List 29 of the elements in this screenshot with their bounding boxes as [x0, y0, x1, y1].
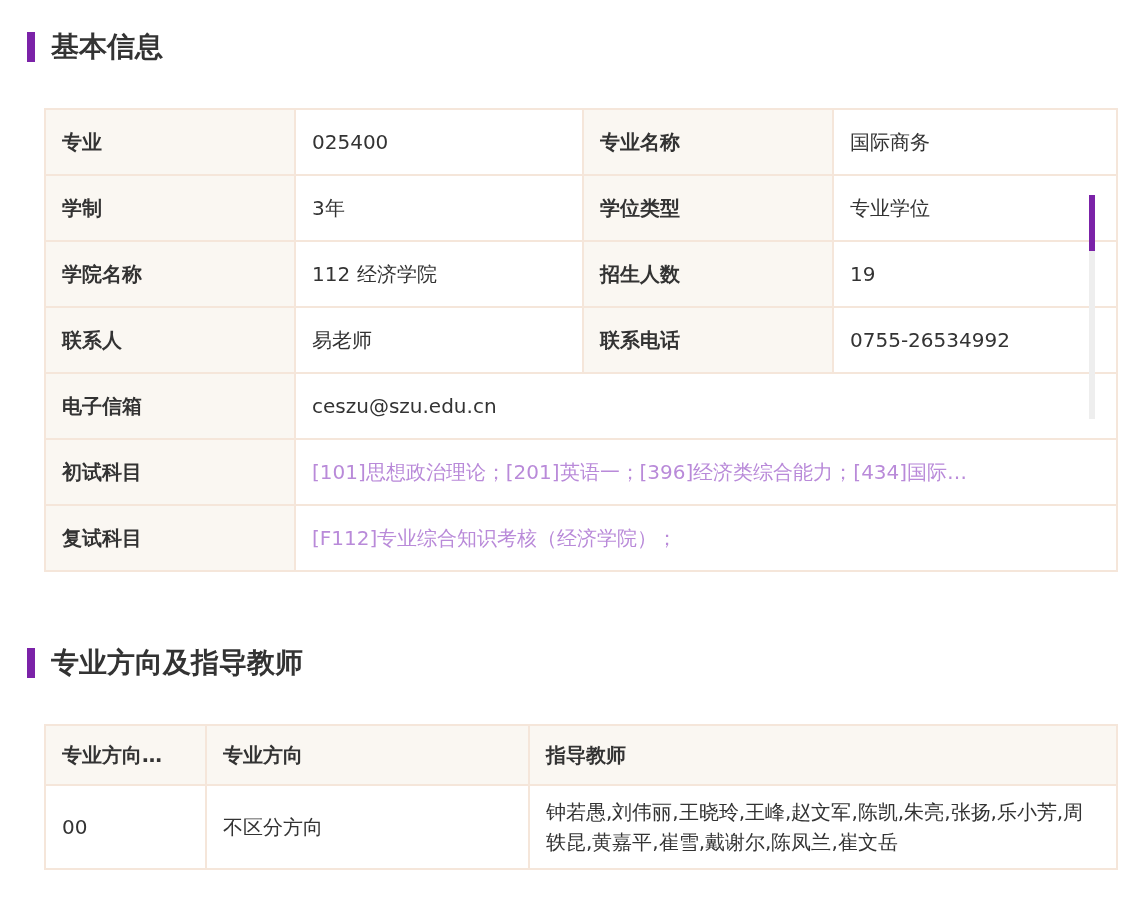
field-label: 电子信箱	[45, 373, 295, 439]
column-header: 专业方向	[206, 725, 529, 785]
scrollbar-thumb	[1089, 195, 1095, 251]
column-header: 专业方向…	[45, 725, 206, 785]
field-label: 专业	[45, 109, 295, 175]
subject-link[interactable]: [F112]专业综合知识考核（经济学院）；	[295, 505, 1117, 571]
heading-accent-bar	[27, 648, 35, 678]
section-title: 基本信息	[51, 29, 163, 65]
field-label: 联系人	[45, 307, 295, 373]
section-title: 专业方向及指导教师	[51, 645, 303, 681]
field-value: 112 经济学院	[295, 241, 583, 307]
field-label: 学院名称	[45, 241, 295, 307]
field-label: 学位类型	[583, 175, 833, 241]
field-label: 招生人数	[583, 241, 833, 307]
subject-link[interactable]: [101]思想政治理论；[201]英语一；[396]经济类综合能力；[434]国际…	[295, 439, 1117, 505]
field-value: 国际商务	[833, 109, 1117, 175]
table-cell: 钟若愚,刘伟丽,王晓玲,王峰,赵文军,陈凯,朱亮,张扬,乐小芳,周轶昆,黄嘉平,崔雪,戴谢尔,陈凤兰,崔文岳	[529, 785, 1117, 869]
column-header: 指导教师	[529, 725, 1117, 785]
field-label: 复试科目	[45, 505, 295, 571]
field-label: 专业名称	[583, 109, 833, 175]
table-cell: 不区分方向	[206, 785, 529, 869]
field-value: 025400	[295, 109, 583, 175]
field-value: 3年	[295, 175, 583, 241]
field-label: 学制	[45, 175, 295, 241]
field-value: 易老师	[295, 307, 583, 373]
table-cell: 00	[45, 785, 206, 869]
field-label: 联系电话	[583, 307, 833, 373]
heading-accent-bar	[27, 32, 35, 62]
field-label: 初试科目	[45, 439, 295, 505]
